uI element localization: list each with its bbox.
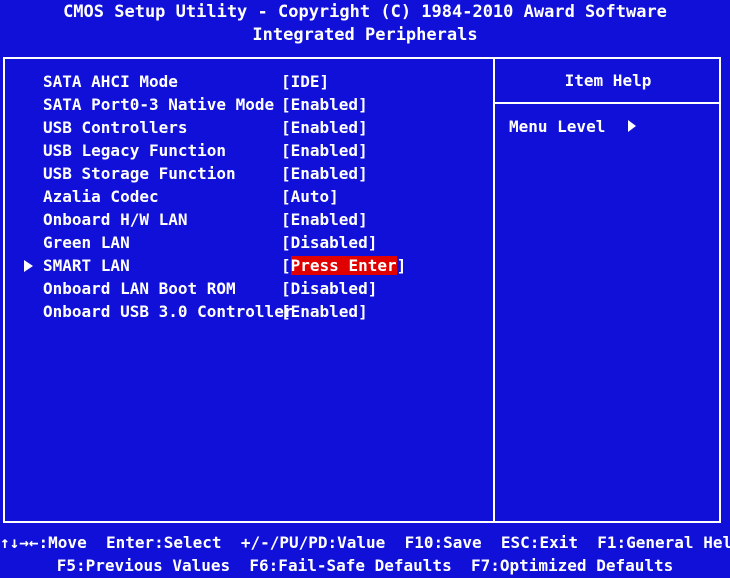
selected-value-highlight[interactable]: Press Enter bbox=[290, 256, 397, 275]
setting-value[interactable]: [Enabled] bbox=[281, 162, 368, 185]
setting-azalia-codec[interactable]: Azalia Codec [Auto] bbox=[0, 185, 490, 208]
setting-onboard-hw-lan[interactable]: Onboard H/W LAN [Enabled] bbox=[0, 208, 490, 231]
setting-label: USB Controllers bbox=[43, 118, 188, 137]
setting-value[interactable]: [IDE] bbox=[281, 70, 329, 93]
bracket-open: [ bbox=[281, 256, 291, 275]
setting-label: Onboard H/W LAN bbox=[43, 210, 188, 229]
setting-value[interactable]: [Disabled] bbox=[281, 277, 377, 300]
setting-label: Green LAN bbox=[43, 233, 130, 252]
setting-green-lan[interactable]: Green LAN [Disabled] bbox=[0, 231, 490, 254]
setting-sata-ahci-mode[interactable]: SATA AHCI Mode [IDE] bbox=[0, 70, 490, 93]
setting-smart-lan[interactable]: SMART LAN [Press Enter] bbox=[0, 254, 490, 277]
item-help-title: Item Help bbox=[564, 71, 652, 90]
setting-label: Onboard USB 3.0 Controller bbox=[43, 302, 294, 321]
menu-level-arrow-icon bbox=[628, 120, 636, 132]
setting-value[interactable]: [Auto] bbox=[281, 185, 339, 208]
setting-value[interactable]: [Enabled] bbox=[281, 116, 368, 139]
panel-divider bbox=[493, 57, 495, 523]
menu-level-label: Menu Level bbox=[509, 117, 606, 136]
setting-value[interactable]: [Enabled] bbox=[281, 300, 368, 323]
help-separator bbox=[495, 102, 721, 104]
key-help-line-1: ↑↓→←:Move Enter:Select +/-/PU/PD:Value F… bbox=[0, 533, 730, 552]
setting-usb-storage-function[interactable]: USB Storage Function [Enabled] bbox=[0, 162, 490, 185]
setting-value[interactable]: [Disabled] bbox=[281, 231, 377, 254]
key-help-line-2: F5:Previous Values F6:Fail-Safe Defaults… bbox=[56, 556, 674, 575]
setting-value[interactable]: [Enabled] bbox=[281, 208, 368, 231]
submenu-pointer-icon bbox=[24, 260, 33, 272]
page-title: Integrated Peripherals bbox=[252, 25, 478, 45]
setting-value[interactable]: [Press Enter] bbox=[281, 254, 406, 277]
setting-label: SATA AHCI Mode bbox=[43, 72, 178, 91]
setting-usb-controllers[interactable]: USB Controllers [Enabled] bbox=[0, 116, 490, 139]
setting-onboard-usb3-controller[interactable]: Onboard USB 3.0 Controller [Enabled] bbox=[0, 300, 490, 323]
setting-label: SATA Port0-3 Native Mode bbox=[43, 95, 275, 114]
setting-label: USB Storage Function bbox=[43, 164, 236, 183]
setting-label: Onboard LAN Boot ROM bbox=[43, 279, 236, 298]
bracket-close: ] bbox=[396, 256, 407, 275]
window-title: CMOS Setup Utility - Copyright (C) 1984-… bbox=[63, 2, 667, 22]
setting-onboard-lan-boot-rom[interactable]: Onboard LAN Boot ROM [Disabled] bbox=[0, 277, 490, 300]
setting-value[interactable]: [Enabled] bbox=[281, 93, 368, 116]
setting-label: Azalia Codec bbox=[43, 187, 159, 206]
setting-label: USB Legacy Function bbox=[43, 141, 227, 160]
setting-label: SMART LAN bbox=[43, 256, 130, 275]
setting-sata-port-native-mode[interactable]: SATA Port0-3 Native Mode [Enabled] bbox=[0, 93, 490, 116]
setting-value[interactable]: [Enabled] bbox=[281, 139, 368, 162]
setting-usb-legacy-function[interactable]: USB Legacy Function [Enabled] bbox=[0, 139, 490, 162]
